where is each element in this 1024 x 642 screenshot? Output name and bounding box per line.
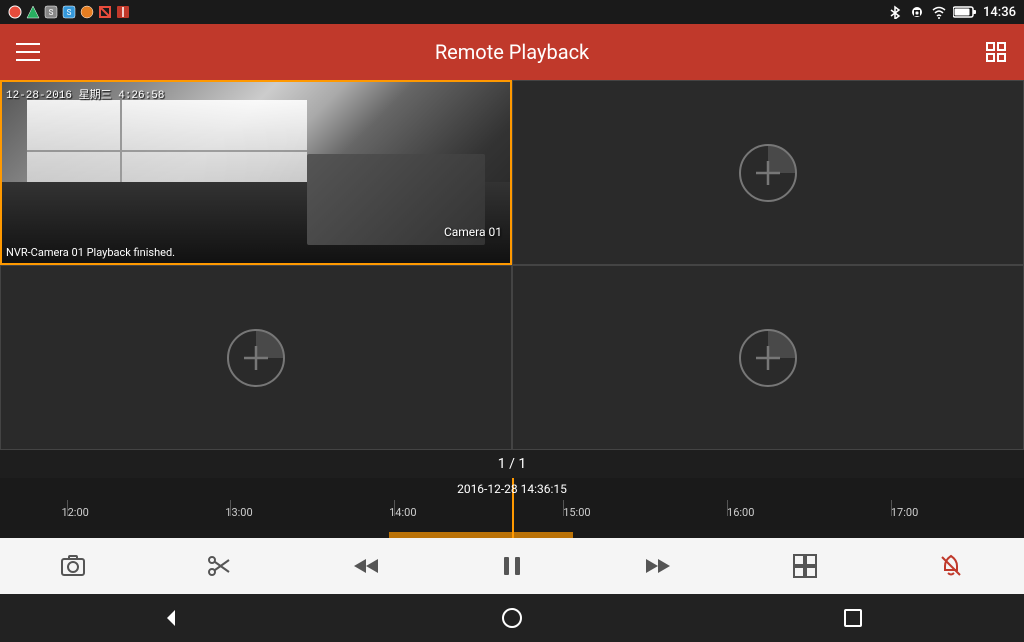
timeline-segment-video [389, 532, 573, 538]
add-camera-icon-3 [224, 326, 288, 390]
video-cell-3[interactable] [0, 265, 512, 450]
camera-timestamp: 12-28-2016 星期三 4:26:58 [6, 86, 164, 102]
status-bar: S S 14:36 [0, 0, 1024, 24]
status-icons-left: S S [8, 5, 130, 19]
grid-layout-button[interactable] [984, 40, 1008, 64]
app-icon-4: S [62, 5, 76, 19]
video-cell-1[interactable]: 12-28-2016 星期三 4:26:58 Camera 01 NVR-Cam… [0, 80, 512, 265]
app-icon-7 [116, 5, 130, 19]
tick-1400 [394, 500, 395, 516]
pause-button[interactable] [488, 542, 536, 590]
tick-1200 [67, 500, 68, 516]
cell-signal-icon [909, 5, 925, 19]
layout-button[interactable] [781, 542, 829, 590]
timeline-time: 14:36:15 [521, 482, 567, 496]
home-button[interactable] [488, 594, 536, 642]
recent-apps-button[interactable] [829, 594, 877, 642]
cut-button[interactable] [195, 542, 243, 590]
app-icon-1 [8, 5, 22, 19]
timeline[interactable]: 2016-12-28 14:36:15 12:00 13:00 14:00 15… [0, 478, 1024, 538]
svg-text:S: S [67, 8, 72, 17]
timeline-label-1200: 12:00 [61, 506, 88, 519]
back-button[interactable] [147, 594, 195, 642]
app-icon-6 [98, 5, 112, 19]
rewind-button[interactable] [342, 542, 390, 590]
video-cell-2[interactable] [512, 80, 1024, 265]
page-indicator: 1 / 1 [0, 450, 1024, 478]
clock-display: 14:36 [983, 5, 1016, 20]
camera-label: Camera 01 [444, 225, 502, 239]
add-camera-icon-4 [736, 326, 800, 390]
mute-button[interactable] [927, 542, 975, 590]
tick-1600 [727, 500, 728, 516]
menu-button[interactable] [16, 40, 40, 64]
bluetooth-icon [887, 5, 903, 19]
app-icon-5 [80, 5, 94, 19]
app-icon-2 [26, 5, 40, 19]
timeline-label-1700: 17:00 [891, 506, 918, 519]
status-icons-right: 14:36 [887, 5, 1016, 20]
tick-1300 [230, 500, 231, 516]
timeline-label-1300: 13:00 [225, 506, 252, 519]
app-title: Remote Playback [40, 40, 984, 64]
wifi-icon [931, 5, 947, 19]
tick-1700 [891, 500, 892, 516]
timeline-datetime: 2016-12-28 14:36:15 [457, 482, 567, 496]
video-cell-4[interactable] [512, 265, 1024, 450]
add-camera-icon-2 [736, 141, 800, 205]
battery-icon [953, 5, 977, 19]
video-grid: 12-28-2016 星期三 4:26:58 Camera 01 NVR-Cam… [0, 80, 1024, 450]
timeline-label-1400: 14:00 [389, 506, 416, 519]
camera-feed-1 [2, 82, 510, 263]
app-icon-3: S [44, 5, 58, 19]
timeline-label-1600: 16:00 [727, 506, 754, 519]
timeline-date: 2016-12-28 [457, 482, 521, 496]
fast-forward-button[interactable] [634, 542, 682, 590]
page-indicator-text: 1 / 1 [498, 456, 526, 472]
screenshot-button[interactable] [49, 542, 97, 590]
tick-1500 [563, 500, 564, 516]
svg-text:S: S [49, 8, 54, 17]
app-bar: Remote Playback [0, 24, 1024, 80]
timeline-label-1500: 15:00 [563, 506, 590, 519]
nav-bar [0, 594, 1024, 642]
camera-status: NVR-Camera 01 Playback finished. [6, 246, 175, 259]
bottom-toolbar [0, 538, 1024, 594]
